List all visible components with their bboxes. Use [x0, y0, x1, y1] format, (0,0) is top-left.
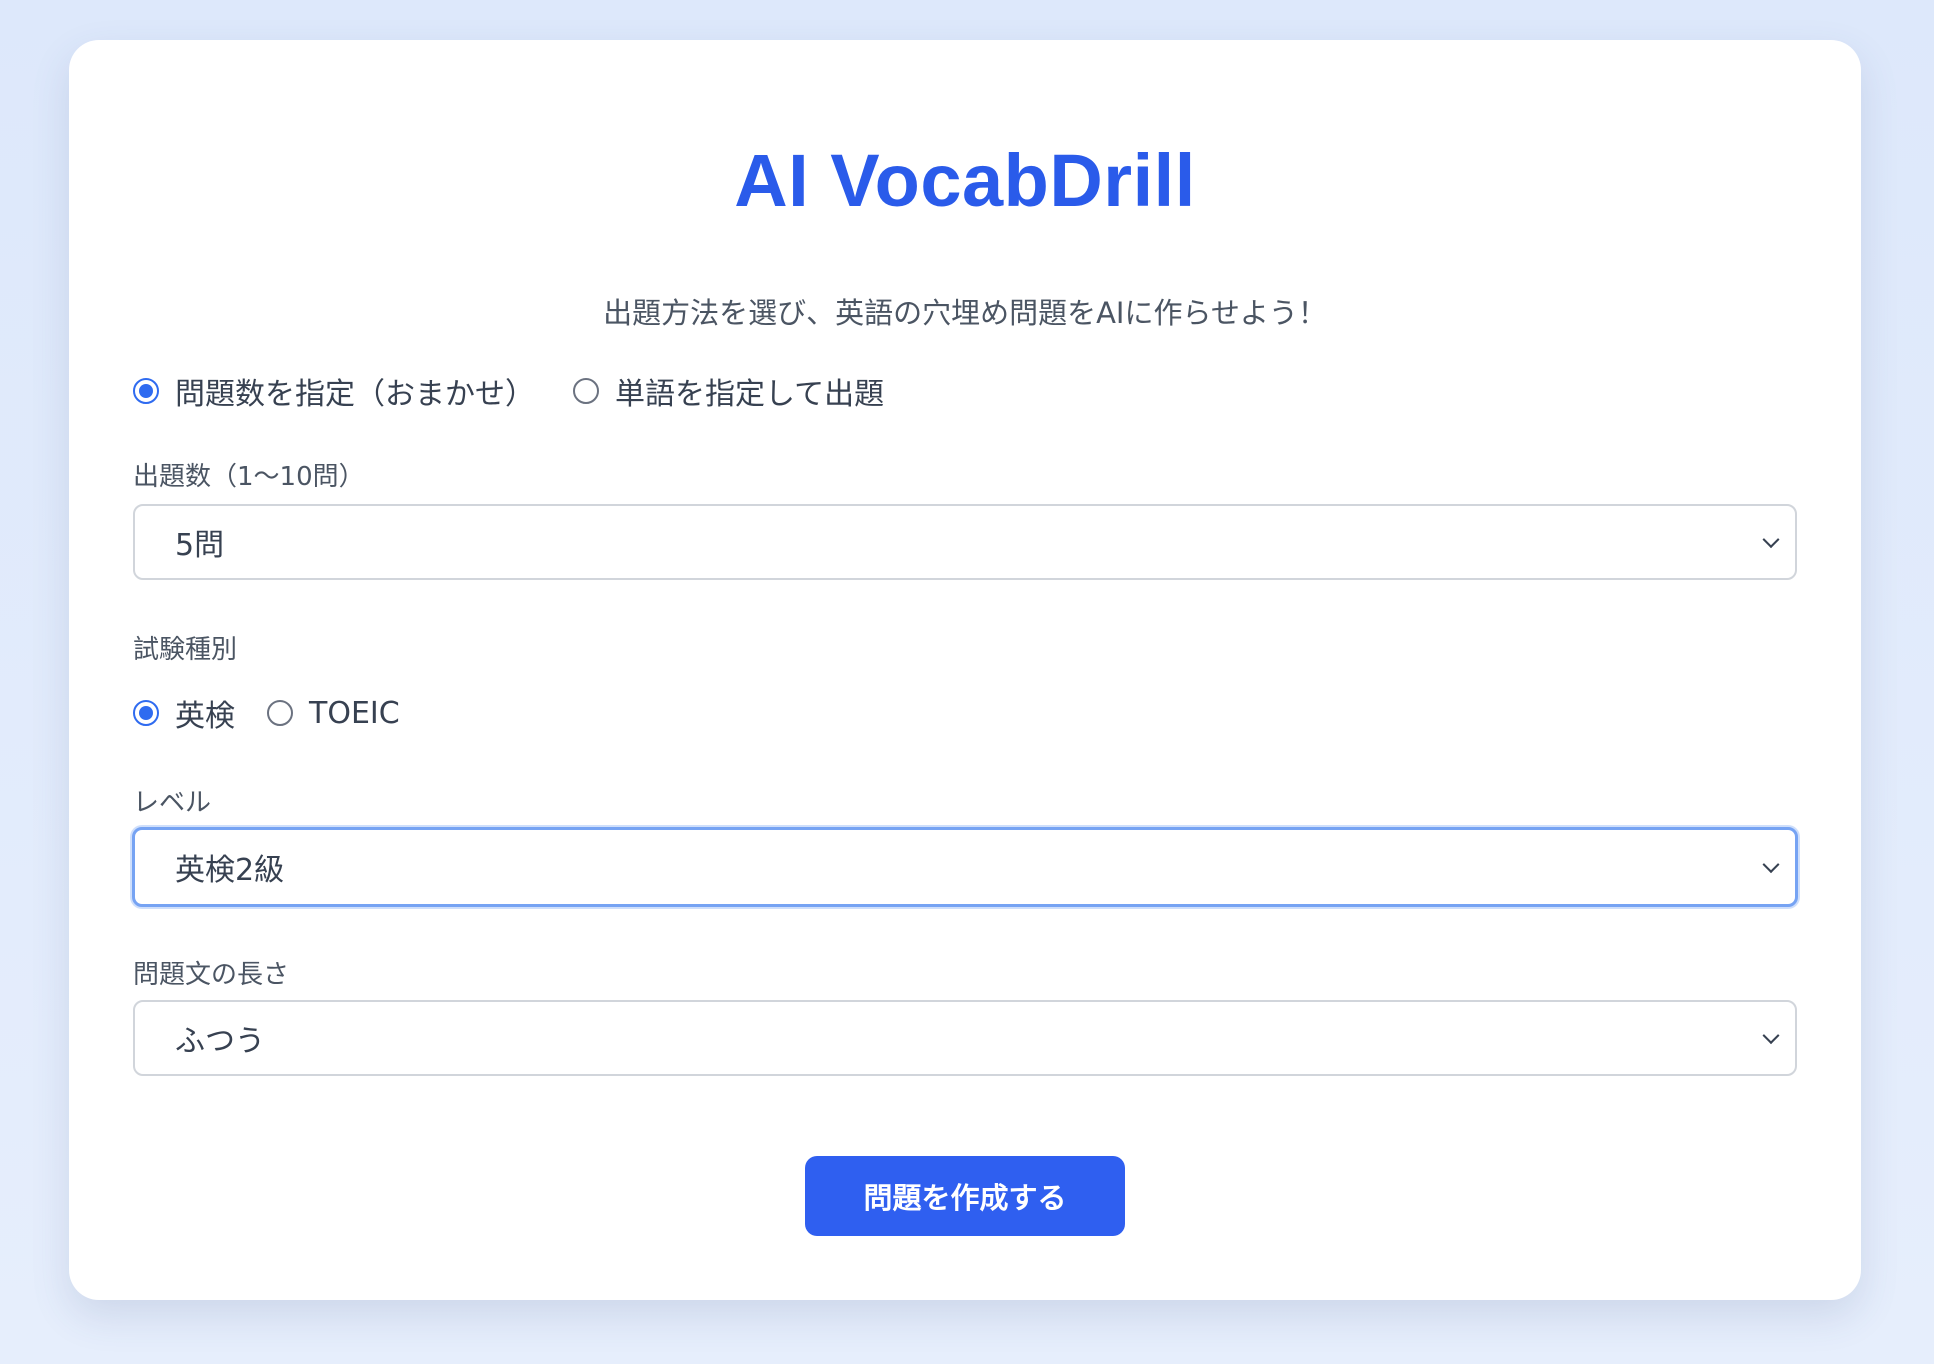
main-card: AI VocabDrill 出題方法を選び、英語の穴埋め問題をAIに作らせよう！…	[69, 40, 1861, 1300]
sentence-length-select[interactable]: ふつう	[133, 1000, 1797, 1076]
radio-checked-icon[interactable]	[133, 700, 159, 726]
create-questions-button[interactable]: 問題を作成する	[805, 1156, 1125, 1236]
question-count-value: 5問	[175, 528, 225, 563]
mode-option-words[interactable]: 単語を指定して出題	[573, 369, 884, 413]
exam-type-option-toeic[interactable]: TOEIC	[267, 696, 400, 731]
mode-option-count-label: 問題数を指定（おまかせ）	[175, 377, 535, 412]
app-subtitle: 出題方法を選び、英語の穴埋め問題をAIに作らせよう！	[603, 296, 1327, 330]
radio-unchecked-icon[interactable]	[267, 700, 293, 726]
chevron-down-icon	[1762, 1027, 1780, 1045]
mode-option-words-label: 単語を指定して出題	[615, 377, 885, 412]
exam-type-option-toeic-label: TOEIC	[309, 695, 400, 731]
chevron-down-icon	[1762, 856, 1780, 874]
sentence-length-value: ふつう	[175, 1024, 265, 1059]
exam-type-radio-group: 英検 TOEIC	[133, 691, 400, 735]
exam-type-option-eiken-label: 英検	[175, 699, 235, 734]
exam-type-option-eiken[interactable]: 英検	[133, 691, 235, 735]
chevron-down-icon	[1762, 531, 1780, 549]
radio-checked-icon[interactable]	[133, 378, 159, 404]
level-label: レベル	[133, 788, 212, 818]
app-title: AI VocabDrill	[734, 139, 1196, 222]
question-count-label: 出題数（1〜10問）	[133, 462, 365, 492]
radio-unchecked-icon[interactable]	[573, 378, 599, 404]
exam-type-label: 試験種別	[133, 635, 238, 665]
level-select[interactable]: 英検2級	[132, 827, 1798, 907]
mode-option-count[interactable]: 問題数を指定（おまかせ）	[133, 369, 535, 413]
question-count-select[interactable]: 5問	[133, 504, 1797, 580]
mode-radio-group: 問題数を指定（おまかせ） 単語を指定して出題	[133, 369, 884, 413]
level-value: 英検2級	[175, 853, 285, 888]
sentence-length-label: 問題文の長さ	[133, 960, 290, 990]
